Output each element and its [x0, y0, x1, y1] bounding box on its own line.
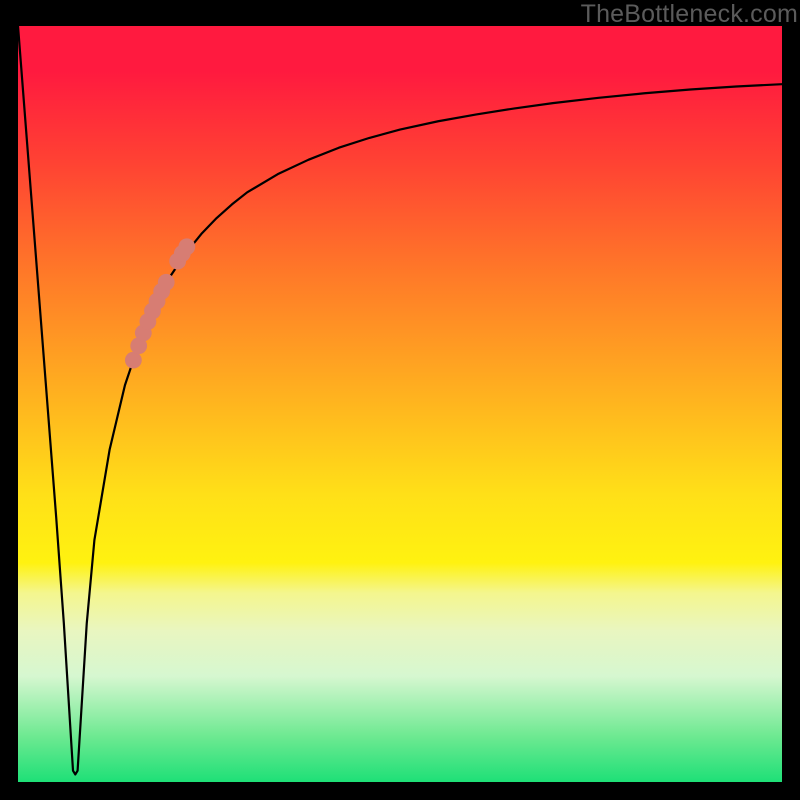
bottleneck-chart [18, 26, 782, 782]
highlight-dots [125, 238, 195, 368]
bottleneck-curve [18, 26, 782, 774]
highlight-dot [178, 238, 195, 255]
highlight-dot [158, 274, 175, 291]
watermark-text: TheBottleneck.com [581, 0, 798, 29]
chart-frame [18, 26, 782, 782]
highlight-dot [125, 352, 142, 369]
